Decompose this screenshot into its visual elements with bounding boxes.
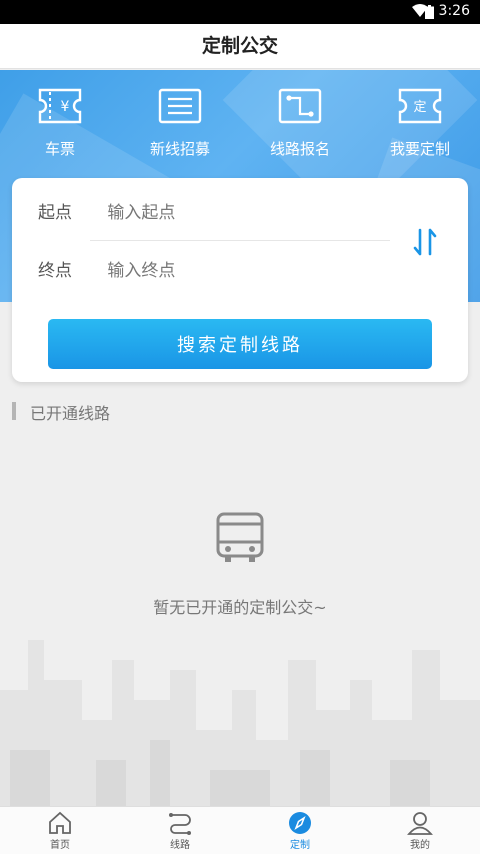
quick-new-line-label: 新线招募	[149, 140, 210, 158]
battery-icon	[425, 5, 434, 19]
compass-icon	[289, 812, 311, 834]
quick-ticket-label: 车票	[44, 140, 75, 158]
quick-ticket[interactable]: ¥ 车票	[0, 88, 120, 159]
tab-mine-label: 我的	[410, 840, 430, 851]
empty-state-text: 暂无已开通的定制公交~	[153, 598, 327, 617]
section-marker	[12, 402, 16, 420]
section-title: 已开通线路	[30, 404, 111, 423]
home-icon	[49, 811, 71, 834]
quick-new-line-recruit[interactable]: 新线招募	[120, 88, 240, 159]
bus-icon	[216, 512, 264, 562]
quick-custom[interactable]: 定 我要定制	[360, 88, 480, 159]
end-label: 终点	[38, 261, 72, 281]
end-row: 终点	[38, 256, 360, 286]
svg-text:¥: ¥	[61, 99, 70, 115]
tab-mine[interactable]: 我的	[360, 807, 480, 854]
swap-icon[interactable]	[410, 226, 440, 258]
quick-route-signup-label: 线路报名	[269, 140, 330, 158]
quick-route-signup[interactable]: 线路报名	[240, 88, 360, 159]
clock: 3:26	[438, 3, 470, 19]
tab-routes-label: 线路	[170, 840, 190, 851]
page-title: 定制公交	[0, 24, 480, 69]
bottom-tab-bar: 首页 线路 定制 我的	[0, 806, 480, 854]
svg-text:定: 定	[413, 100, 426, 115]
end-input[interactable]	[105, 260, 360, 282]
start-row: 起点	[38, 198, 360, 228]
route-icon	[278, 88, 322, 124]
tab-home[interactable]: 首页	[0, 807, 120, 854]
user-icon	[407, 812, 433, 835]
tab-routes[interactable]: 线路	[120, 807, 240, 854]
list-icon	[158, 88, 202, 124]
custom-ticket-icon: 定	[398, 88, 442, 124]
tab-home-label: 首页	[50, 840, 70, 851]
ticket-icon: ¥	[38, 88, 82, 124]
city-skyline-illustration	[0, 640, 480, 806]
route-icon	[169, 813, 191, 835]
tab-custom-label: 定制	[290, 840, 310, 851]
divider	[90, 240, 390, 241]
search-card: 起点 终点 搜索定制线路	[12, 178, 468, 382]
status-bar: 3:26	[0, 0, 480, 24]
search-route-button[interactable]: 搜索定制线路	[48, 319, 432, 369]
start-label: 起点	[38, 203, 72, 223]
quick-custom-label: 我要定制	[389, 140, 450, 158]
start-input[interactable]	[105, 202, 360, 224]
tab-custom[interactable]: 定制	[240, 807, 360, 854]
